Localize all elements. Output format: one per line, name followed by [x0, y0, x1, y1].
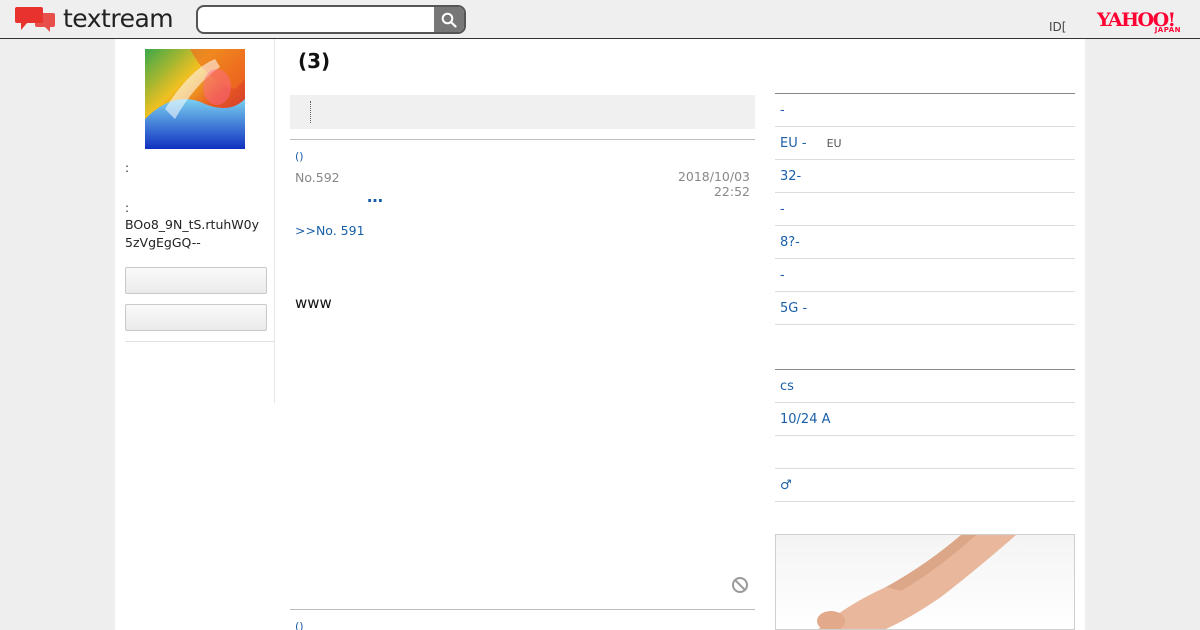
- page-content: : : BOo8_9N_tS.rtuhW0y5zVgEgGQ-- (3) () …: [115, 39, 1085, 630]
- ad-arm-image: [817, 535, 1016, 629]
- site-header: textream ID[ YAHOO! JAPAN: [0, 0, 1200, 39]
- related-topic-label: 5G -: [780, 300, 808, 316]
- popular-topic-label: ♂: [780, 477, 792, 493]
- related-topic-label: -: [780, 201, 785, 217]
- yahoo-japan-logo[interactable]: YAHOO! JAPAN: [1097, 11, 1187, 37]
- popular-topic-item[interactable]: cs: [775, 370, 1075, 403]
- related-topic-label: 32-: [780, 168, 802, 184]
- related-topic-item[interactable]: 32-: [775, 160, 1075, 193]
- avatar[interactable]: [145, 49, 245, 149]
- popular-topic-item[interactable]: ♂: [775, 469, 1075, 502]
- post-author-link[interactable]: (): [295, 150, 304, 163]
- related-topics-list: - EU - EU 32- - 8?- - 5G -: [775, 93, 1075, 325]
- popular-topic-label: 10/24 A: [780, 411, 831, 427]
- related-topic-item[interactable]: 8?-: [775, 226, 1075, 259]
- post-author-link[interactable]: (): [295, 620, 304, 630]
- search-icon: [441, 12, 457, 28]
- popular-topic-item[interactable]: [775, 436, 1075, 469]
- related-topic-label: EU -: [780, 135, 807, 151]
- search-button[interactable]: [434, 7, 464, 32]
- profile-label: :: [125, 161, 130, 175]
- profile-divider: [125, 341, 274, 342]
- reply-reference-link[interactable]: >>No. 591: [295, 223, 365, 238]
- related-topic-item[interactable]: -: [775, 193, 1075, 226]
- profile-action-button-2[interactable]: [125, 304, 267, 331]
- popular-topics-list: cs 10/24 A ♂: [775, 369, 1075, 502]
- post-body: www: [295, 294, 332, 312]
- profile-panel: : : BOo8_9N_tS.rtuhW0y5zVgEgGQ--: [115, 39, 275, 403]
- post-more-menu[interactable]: …: [367, 187, 384, 206]
- profile-id-label: :: [125, 201, 130, 215]
- profile-user-id: BOo8_9N_tS.rtuhW0y5zVgEgGQ--: [125, 217, 260, 250]
- post-divider: [290, 139, 755, 140]
- page-title: (3): [298, 49, 331, 73]
- popular-topic-label: cs: [780, 378, 794, 394]
- related-topic-item[interactable]: EU - EU: [775, 127, 1075, 160]
- login-id-link[interactable]: ID[: [1049, 20, 1066, 34]
- related-topic-label: -: [780, 102, 785, 118]
- yahoo-logo-subtext: JAPAN: [1154, 26, 1181, 34]
- related-topic-item[interactable]: 5G -: [775, 292, 1075, 325]
- related-topic-sub: EU: [826, 136, 842, 150]
- related-topic-label: 8?-: [780, 234, 800, 250]
- post-number: No.592: [295, 170, 340, 185]
- report-ban-icon[interactable]: [731, 576, 749, 594]
- speech-bubbles-icon: [15, 7, 55, 32]
- post-divider: [290, 609, 755, 610]
- post-date: 2018/10/03 22:52: [677, 169, 750, 199]
- related-topic-label: -: [780, 267, 785, 283]
- brand-name: textream: [63, 4, 174, 33]
- avatar-image: [145, 49, 245, 149]
- profile-action-button-1[interactable]: [125, 267, 267, 294]
- toolbar-divider: [310, 101, 311, 123]
- popular-topic-item[interactable]: 10/24 A: [775, 403, 1075, 436]
- search-input[interactable]: [198, 7, 436, 32]
- advertisement-banner[interactable]: [775, 534, 1075, 630]
- textream-logo[interactable]: textream: [15, 4, 174, 34]
- related-topic-item[interactable]: -: [775, 94, 1075, 127]
- search-box: [196, 5, 466, 34]
- related-topic-item[interactable]: -: [775, 259, 1075, 292]
- post-toolbar: [290, 95, 755, 129]
